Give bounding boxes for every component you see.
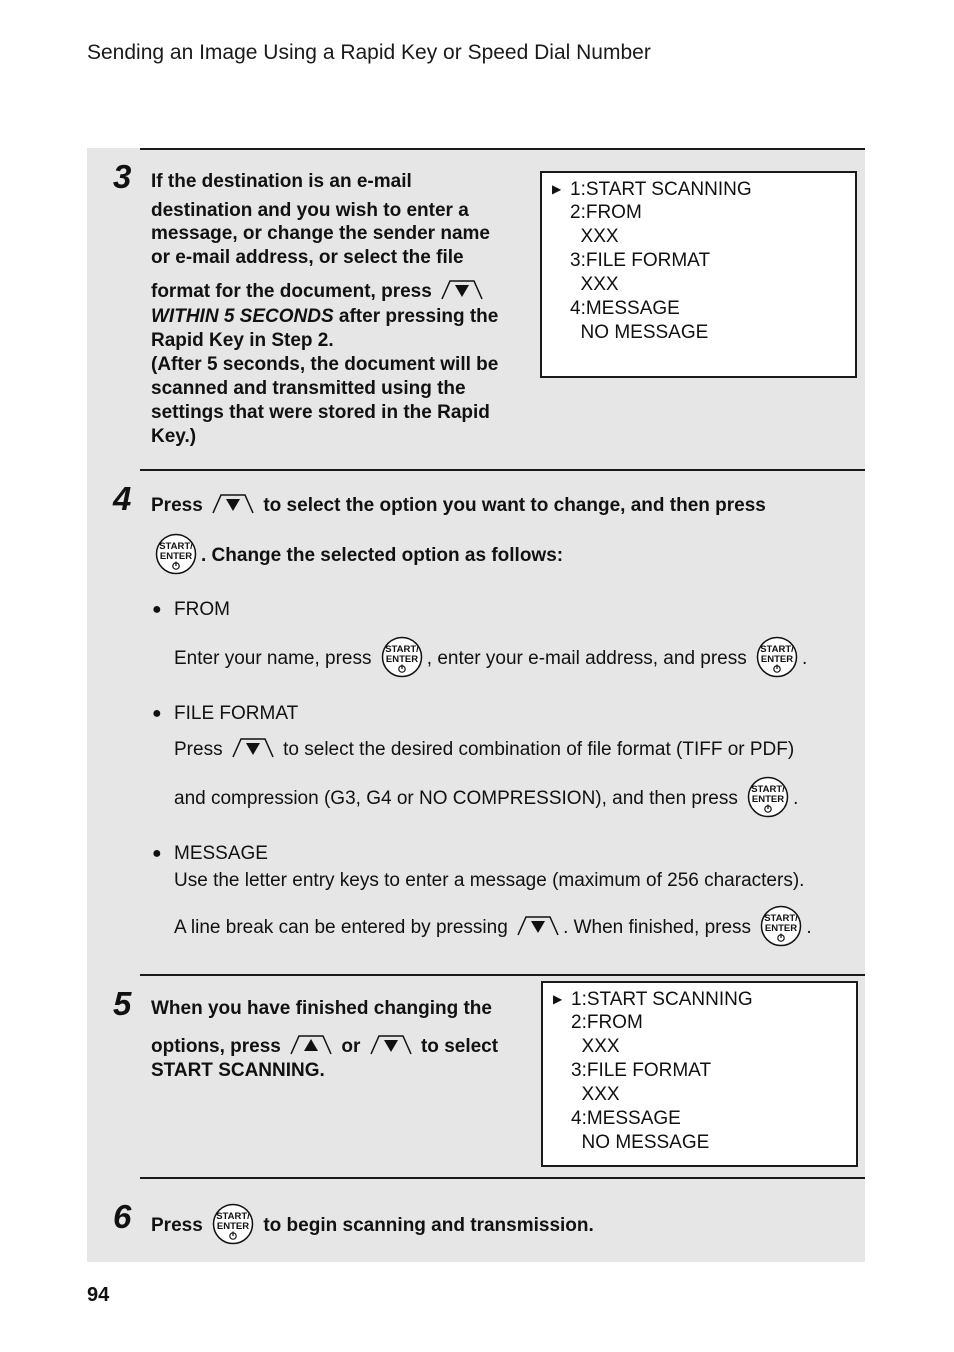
divider xyxy=(140,148,865,150)
step-text-part: after pressing the xyxy=(333,306,499,327)
lcd-line: 2:FROM xyxy=(571,1012,643,1033)
lcd-line: 3:FILE FORMAT xyxy=(571,1060,712,1081)
svg-text:ENTER: ENTER xyxy=(752,794,784,805)
lcd-display: ▶ 1:START SCANNING 2:FROM XXX 3:FILE FORM… xyxy=(540,171,857,378)
start-enter-key-icon: START/ENTER xyxy=(745,776,791,818)
lcd-line: NO MESSAGE xyxy=(571,1132,710,1153)
emphasis-text: WITHIN 5 SECONDS xyxy=(151,306,334,327)
lcd-display: ▶ 1:START SCANNING 2:FROM XXX 3:FILE FORM… xyxy=(541,981,858,1167)
svg-text:ENTER: ENTER xyxy=(160,551,192,562)
lcd-line: ▶ 1:START SCANNING xyxy=(552,177,855,201)
text-part: to select the desired combination of fil… xyxy=(283,739,795,760)
lcd-line: XXX xyxy=(571,1036,620,1057)
step-text: scanned and transmitted using the xyxy=(151,378,466,399)
step-text: If the destination is an e-mail xyxy=(151,171,412,192)
lcd-line: 4:MESSAGE xyxy=(570,298,680,319)
step-number: 4 xyxy=(113,480,132,517)
text-part: , enter your e-mail address, and press xyxy=(426,648,747,669)
start-enter-key-icon: START/ENTER xyxy=(153,533,199,575)
step-text: START/ENTER. Change the selected option … xyxy=(151,533,563,575)
step-text: message, or change the sender name xyxy=(151,223,490,244)
text-part: . xyxy=(802,648,808,669)
lcd-line: XXX xyxy=(571,1084,620,1105)
step-text: (After 5 seconds, the document will be xyxy=(151,354,499,375)
step-text-part: Press xyxy=(151,495,203,516)
option-text: Press to select the desired combination … xyxy=(174,737,794,762)
svg-text:ENTER: ENTER xyxy=(386,654,418,665)
lcd-line: ▶ 1:START SCANNING xyxy=(553,987,856,1011)
start-enter-key-icon: START/ENTER xyxy=(379,636,425,678)
cursor-arrow-icon: ▶ xyxy=(552,182,562,196)
start-enter-key-icon: START/ENTER xyxy=(210,1203,256,1245)
page-header-title: Sending an Image Using a Rapid Key or Sp… xyxy=(87,41,651,64)
down-arrow-key-icon xyxy=(516,915,560,937)
step-text: Rapid Key in Step 2. xyxy=(151,330,334,351)
step-number: 3 xyxy=(113,158,132,195)
svg-text:ENTER: ENTER xyxy=(217,1221,249,1232)
cursor-arrow-icon: ▶ xyxy=(553,992,563,1006)
divider xyxy=(140,469,865,471)
start-enter-key-icon: START/ENTER xyxy=(758,905,804,947)
lcd-line: NO MESSAGE xyxy=(570,322,709,343)
step-text-part: options, press xyxy=(151,1036,281,1057)
lcd-text: 1:START SCANNING xyxy=(570,179,752,200)
step-text: START SCANNING. xyxy=(151,1060,325,1081)
bullet: ● xyxy=(152,601,162,618)
lcd-line: XXX xyxy=(570,226,619,247)
step-number: 6 xyxy=(113,1198,132,1235)
step-text: settings that were stored in the Rapid xyxy=(151,402,490,423)
option-text: Enter your name, press START/ENTER, ente… xyxy=(174,636,807,678)
step-text: Key.) xyxy=(151,426,197,447)
option-title: FROM xyxy=(174,599,230,620)
text-part: . xyxy=(806,917,812,938)
option-text: and compression (G3, G4 or NO COMPRESSIO… xyxy=(174,776,798,818)
step-text-part: Press xyxy=(151,1215,203,1236)
bullet: ● xyxy=(152,705,162,722)
lcd-line: XXX xyxy=(570,274,619,295)
up-arrow-key-icon xyxy=(289,1034,333,1056)
down-arrow-key-icon xyxy=(369,1034,413,1056)
text-part: Press xyxy=(174,739,223,760)
bullet: ● xyxy=(152,845,162,862)
svg-text:ENTER: ENTER xyxy=(765,923,797,934)
start-enter-key-icon: START/ENTER xyxy=(754,636,800,678)
step-number: 5 xyxy=(113,985,132,1022)
step-text: Press to select the option you want to c… xyxy=(151,493,766,518)
option-title: MESSAGE xyxy=(174,843,268,864)
step-text: WITHIN 5 SECONDS after pressing the xyxy=(151,305,498,329)
step-text-part: . Change the selected option as follows: xyxy=(201,545,564,566)
step-text: Press START/ENTER to begin scanning and … xyxy=(151,1203,594,1245)
step-text-part: or xyxy=(341,1036,361,1057)
step-text-part: to select xyxy=(420,1036,499,1057)
down-arrow-key-icon xyxy=(440,279,484,301)
step-text: When you have finished changing the xyxy=(151,998,492,1019)
svg-text:ENTER: ENTER xyxy=(761,654,793,665)
divider xyxy=(140,1177,865,1179)
lcd-text: 1:START SCANNING xyxy=(571,989,753,1010)
down-arrow-key-icon xyxy=(231,737,275,759)
option-title: FILE FORMAT xyxy=(174,703,299,724)
divider xyxy=(140,974,865,976)
step-text: or e-mail address, or select the file xyxy=(151,247,464,268)
text-part: Enter your name, press xyxy=(174,648,372,669)
lcd-line: 2:FROM xyxy=(570,202,642,223)
text-part: and compression (G3, G4 or NO COMPRESSIO… xyxy=(174,788,738,809)
option-text: Use the letter entry keys to enter a mes… xyxy=(174,870,805,891)
text-part: . When finished, press xyxy=(563,917,752,938)
step-text-part: to select the option you want to change,… xyxy=(263,495,766,516)
step-text-part: to begin scanning and transmission. xyxy=(263,1215,594,1236)
lcd-line: 3:FILE FORMAT xyxy=(570,250,711,271)
down-arrow-key-icon xyxy=(211,493,255,515)
text-part: A line break can be entered by pressing xyxy=(174,917,508,938)
page-number: 94 xyxy=(87,1284,110,1306)
step-text-part: format for the document, press xyxy=(151,281,432,302)
text-part: . xyxy=(793,788,799,809)
step-text: destination and you wish to enter a xyxy=(151,200,469,221)
step-text: options, press or to select xyxy=(151,1034,498,1059)
option-text: A line break can be entered by pressing … xyxy=(174,905,812,947)
step-text: format for the document, press xyxy=(151,279,487,304)
lcd-line: 4:MESSAGE xyxy=(571,1108,681,1129)
